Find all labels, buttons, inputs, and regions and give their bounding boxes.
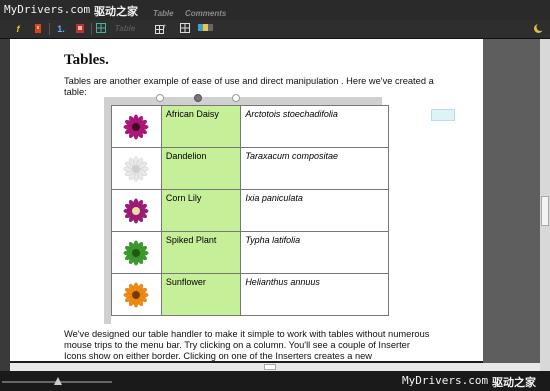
menu-bar: MyDrivers.com 驱动之家 Table Comments <box>0 0 550 20</box>
outro-paragraph: We've designed our table handler to make… <box>64 329 430 361</box>
moon-icon[interactable] <box>531 23 545 35</box>
function-button[interactable]: f <box>12 23 24 35</box>
watermark-site: MyDrivers.com <box>4 3 91 16</box>
common-name-cell[interactable]: Spiked Plant <box>160 231 242 274</box>
latin-name-cell[interactable]: Helianthus annuus <box>240 273 389 316</box>
paint-icon[interactable] <box>32 23 44 35</box>
flower-photo <box>123 156 150 182</box>
table-label[interactable]: Table <box>112 23 138 35</box>
table-row[interactable]: Spiked Plant Typha latifolia <box>111 231 389 274</box>
watermark-cn: 驱动之家 <box>94 5 138 18</box>
flower-photo <box>123 282 150 308</box>
table-container: African Daisy Arctotois stoechadifolia Dan… <box>104 97 389 324</box>
vertical-scroll-thumb[interactable] <box>541 196 549 226</box>
insert-table-icon[interactable]: + <box>154 23 167 35</box>
table-row[interactable]: Dandelion Taraxacum compositae <box>111 147 389 190</box>
cell-color-icon[interactable] <box>197 23 213 35</box>
zoom-slider-thumb[interactable] <box>54 377 62 385</box>
svg-text:+: + <box>162 23 166 30</box>
latin-name-cell[interactable]: Ixia paniculata <box>240 189 389 232</box>
flower-image-cell[interactable] <box>111 147 162 190</box>
common-name-cell[interactable]: Corn Lily <box>160 189 242 232</box>
table-row[interactable]: Corn Lily Ixia paniculata <box>111 189 389 232</box>
numbered-list-button[interactable]: 1. <box>54 23 68 35</box>
left-margin-strip <box>0 39 10 371</box>
toolbar: f 1. Table + <box>0 20 550 39</box>
menu-comments[interactable]: Comments <box>185 9 226 18</box>
latin-name-cell[interactable]: Taraxacum compositae <box>240 147 389 190</box>
table-layout-icon[interactable] <box>179 23 191 35</box>
table-row[interactable]: African Daisy Arctotois stoechadifolia <box>111 105 389 148</box>
common-name-cell[interactable]: Sunflower <box>160 273 242 316</box>
flower-photo <box>123 240 150 266</box>
toolbar-divider <box>49 23 50 35</box>
page-title: Tables. <box>64 52 109 68</box>
flower-image-cell[interactable] <box>111 105 162 148</box>
comment-marker[interactable] <box>431 109 455 121</box>
intro-paragraph: Tables are another example of ease of us… <box>64 76 434 97</box>
common-name-cell[interactable]: Dandelion <box>160 147 242 190</box>
image-icon[interactable] <box>74 23 86 35</box>
flower-image-cell[interactable] <box>111 189 162 232</box>
right-gutter <box>483 39 540 371</box>
flower-image-cell[interactable] <box>111 273 162 316</box>
menu-table[interactable]: Table <box>153 9 174 18</box>
table-row[interactable]: Sunflower Helianthus annuus <box>111 273 389 316</box>
latin-name-cell[interactable]: Typha latifolia <box>240 231 389 274</box>
latin-name-cell[interactable]: Arctotois stoechadifolia <box>240 105 389 148</box>
table-grid-icon[interactable] <box>95 23 107 35</box>
flower-photo <box>123 114 150 140</box>
watermark-site: MyDrivers.com <box>402 374 489 387</box>
document-page[interactable]: Tables. Tables are another example of ea… <box>10 39 483 361</box>
toolbar-divider <box>91 23 92 35</box>
flower-image-cell[interactable] <box>111 231 162 274</box>
horizontal-scroll-thumb[interactable] <box>264 364 276 370</box>
watermark-cn: 驱动之家 <box>492 376 536 389</box>
flower-photo <box>123 198 150 224</box>
common-name-cell[interactable]: African Daisy <box>160 105 242 148</box>
flower-table[interactable]: African Daisy Arctotois stoechadifolia Dan… <box>111 105 389 316</box>
